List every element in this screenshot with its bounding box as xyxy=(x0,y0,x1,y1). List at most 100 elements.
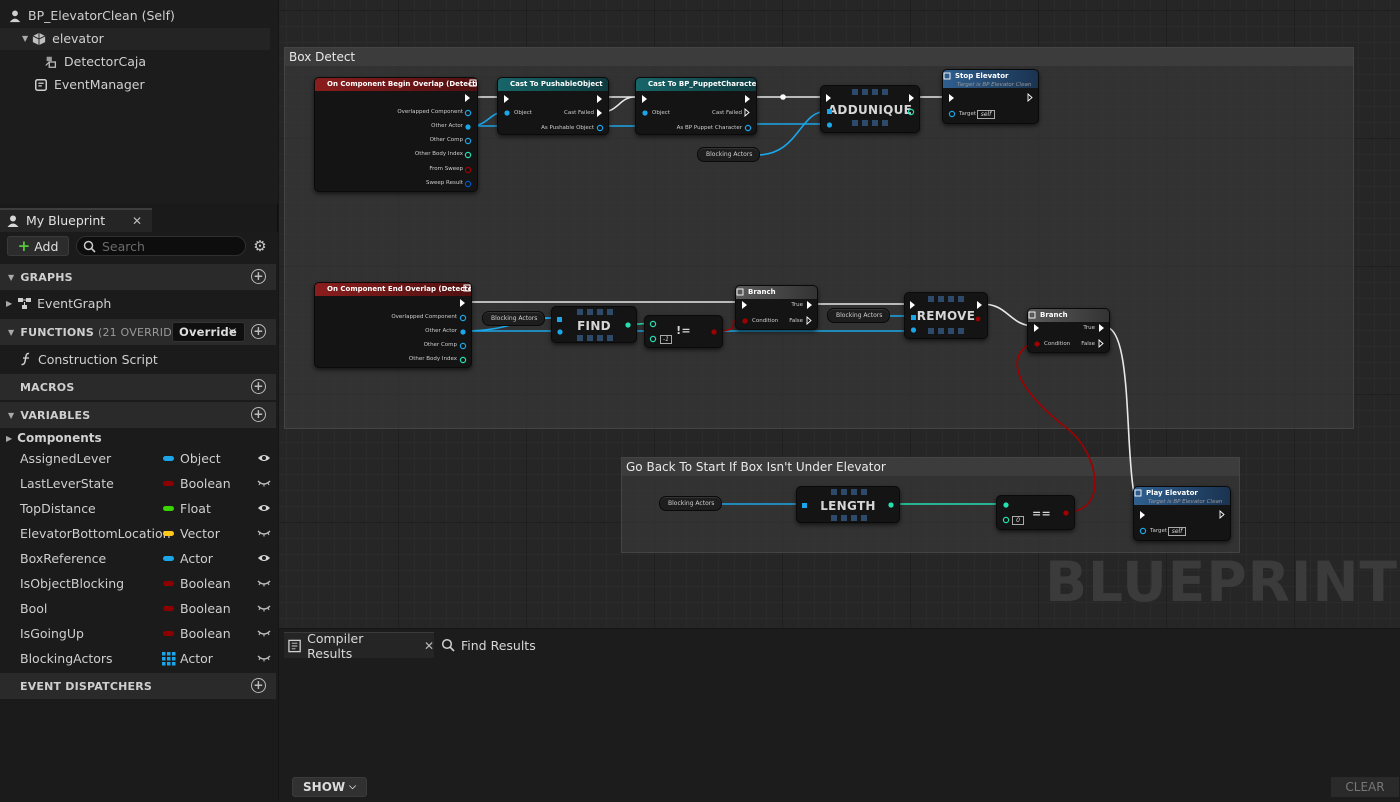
variable-row[interactable]: TopDistance Float xyxy=(0,496,276,521)
variable-row[interactable]: IsObjectBlocking Boolean xyxy=(0,571,276,596)
collapse-arrow-icon[interactable]: ▼ xyxy=(8,411,14,420)
node-cast-puppet[interactable]: Cast To BP_PuppetCharacter Object Cast F… xyxy=(635,77,757,135)
variable-row[interactable]: IsGoingUp Boolean xyxy=(0,621,276,646)
eye-closed-icon[interactable] xyxy=(257,653,271,663)
node-remove[interactable]: REMOVE xyxy=(904,292,988,339)
search-input[interactable]: Search xyxy=(76,236,246,256)
clear-button[interactable]: CLEAR xyxy=(1331,777,1399,797)
node-branch-2[interactable]: Branch True Condition False xyxy=(1027,308,1110,353)
variable-type-pill xyxy=(163,606,174,611)
graph-item-eventgraph[interactable]: ▶ EventGraph xyxy=(0,291,276,315)
node-pins xyxy=(910,296,982,334)
variable-row[interactable]: AssignedLever Object xyxy=(0,446,276,471)
node-find[interactable]: FIND xyxy=(551,306,637,343)
section-functions[interactable]: ▼ FUNCTIONS (21 OVERRIDABLE) Override ⌵ … xyxy=(0,319,276,345)
variable-row[interactable]: ElevatorBottomLocation Vector xyxy=(0,521,276,546)
expand-arrow-icon[interactable]: ▶ xyxy=(6,434,12,443)
eye-closed-icon[interactable] xyxy=(257,578,271,588)
tab-label: Find Results xyxy=(461,637,536,653)
add-button[interactable]: + Add xyxy=(7,236,69,256)
node-pins xyxy=(1134,489,1225,535)
node-stop-elevator[interactable]: Stop Elevator Target is BP Elevator Clea… xyxy=(942,69,1039,124)
add-graph-icon[interactable]: + xyxy=(251,269,266,284)
component-item-label: DetectorCaja xyxy=(64,54,146,69)
eye-open-icon[interactable] xyxy=(257,503,271,513)
component-item-eventmanager[interactable]: EventManager xyxy=(34,74,145,96)
node-pins xyxy=(459,284,471,364)
variable-row[interactable]: BlockingActors Actor xyxy=(0,646,276,671)
add-macro-icon[interactable]: + xyxy=(251,379,266,394)
left-panel: BP_ElevatorClean (Self) ▼ elevator Detec… xyxy=(0,0,278,802)
section-title: VARIABLES xyxy=(20,408,91,422)
add-function-icon[interactable]: + xyxy=(251,324,266,339)
variable-name: IsGoingUp xyxy=(20,626,84,641)
tab-compiler-results[interactable]: Compiler Results ✕ xyxy=(284,631,434,661)
event-graph-canvas[interactable]: Box Detect Go Back To Start If Box Isn't… xyxy=(279,0,1400,628)
function-item-construction-script[interactable]: Construction Script xyxy=(0,347,276,371)
add-variable-icon[interactable]: + xyxy=(251,407,266,422)
node-get-blocking-actors[interactable]: Blocking Actors xyxy=(827,308,890,323)
component-item-detectorcaja[interactable]: DetectorCaja xyxy=(44,51,146,73)
add-event-dispatcher-icon[interactable]: + xyxy=(251,678,266,693)
component-item-elevator[interactable]: ▼ elevator xyxy=(0,28,270,50)
variable-row[interactable]: BoxReference Actor xyxy=(0,546,276,571)
variable-type: Boolean xyxy=(180,626,231,641)
collapse-arrow-icon[interactable]: ▼ xyxy=(8,328,14,337)
eye-closed-icon[interactable] xyxy=(257,528,271,538)
search-icon xyxy=(83,240,96,253)
section-graphs[interactable]: ▼ GRAPHS + xyxy=(0,264,276,290)
section-event-dispatchers[interactable]: EVENT DISPATCHERS + xyxy=(0,673,276,699)
variable-name: Bool xyxy=(20,601,48,616)
node-play-elevator[interactable]: Play Elevator Target is BP Elevator Clea… xyxy=(1133,486,1231,541)
node-branch-1[interactable]: Branch True Condition False xyxy=(735,285,818,330)
eye-open-icon[interactable] xyxy=(257,453,271,463)
eye-closed-icon[interactable] xyxy=(257,603,271,613)
variable-name: TopDistance xyxy=(20,501,96,516)
settings-gear-icon[interactable]: ⚙ xyxy=(251,237,269,255)
compiler-results-icon xyxy=(288,639,301,652)
section-title: FUNCTIONS xyxy=(20,325,94,339)
section-variables[interactable]: ▼ VARIABLES + xyxy=(0,402,276,428)
tab-my-blueprint[interactable]: My Blueprint ✕ xyxy=(0,208,152,232)
section-macros[interactable]: MACROS + xyxy=(0,374,276,400)
node-get-blocking-actors[interactable]: Blocking Actors xyxy=(697,147,760,162)
variable-name: IsObjectBlocking xyxy=(20,576,125,591)
variable-type: Boolean xyxy=(180,576,231,591)
node-equal[interactable]: == 0 xyxy=(996,495,1075,530)
eye-closed-icon[interactable] xyxy=(257,628,271,638)
node-not-equal[interactable]: != -1 xyxy=(644,315,723,348)
close-icon[interactable]: ✕ xyxy=(132,210,142,232)
node-cast-pushable[interactable]: Cast To PushableObject Object Cast Faile… xyxy=(497,77,609,135)
tab-find-results[interactable]: Find Results xyxy=(441,632,536,658)
override-dropdown[interactable]: Override ⌵ xyxy=(172,322,245,342)
show-dropdown[interactable]: SHOW ⌵ xyxy=(292,777,367,797)
close-icon[interactable]: ✕ xyxy=(424,639,434,653)
plus-icon: + xyxy=(17,237,31,255)
event-graph-icon xyxy=(18,297,32,309)
node-pins xyxy=(557,309,631,341)
node-pins xyxy=(826,89,915,128)
variable-type-pill xyxy=(163,456,174,461)
component-root[interactable]: BP_ElevatorClean (Self) xyxy=(8,5,175,27)
expand-arrow-icon[interactable]: ▶ xyxy=(6,299,12,308)
node-get-blocking-actors[interactable]: Blocking Actors xyxy=(482,311,545,326)
node-add-unique[interactable]: ADDUNIQUE xyxy=(820,85,920,133)
variable-name: ElevatorBottomLocation xyxy=(20,526,171,541)
node-begin-overlap[interactable]: On Component Begin Overlap (DetectorCaja… xyxy=(314,77,478,192)
variable-row[interactable]: Bool Boolean xyxy=(0,596,276,621)
expand-arrow-icon[interactable]: ▼ xyxy=(22,28,28,50)
eye-open-icon[interactable] xyxy=(257,553,271,563)
eye-closed-icon[interactable] xyxy=(257,478,271,488)
blueprint-editor: BP_ElevatorClean (Self) ▼ elevator Detec… xyxy=(0,0,1400,802)
node-length[interactable]: LENGTH xyxy=(796,486,900,523)
box-collision-icon xyxy=(45,56,57,68)
node-end-overlap[interactable]: On Component End Overlap (DetectorCaja) … xyxy=(314,282,472,368)
variable-type: Object xyxy=(180,451,221,466)
variable-name: LastLeverState xyxy=(20,476,114,491)
add-button-label: Add xyxy=(34,238,59,254)
variable-type: Boolean xyxy=(180,601,231,616)
node-get-blocking-actors[interactable]: Blocking Actors xyxy=(659,496,722,511)
variable-row[interactable]: LastLeverState Boolean xyxy=(0,471,276,496)
collapse-arrow-icon[interactable]: ▼ xyxy=(8,273,14,282)
node-pins xyxy=(642,95,752,132)
